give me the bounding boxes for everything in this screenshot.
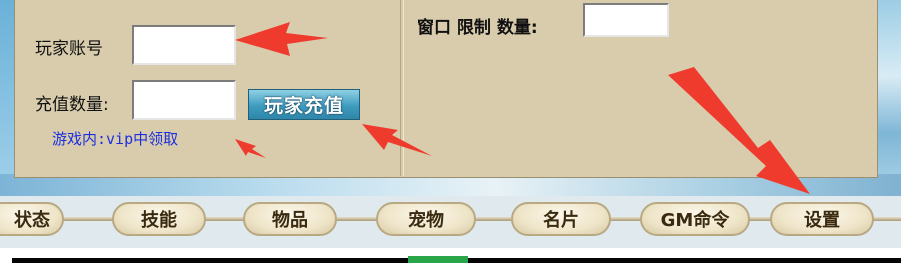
recharge-button[interactable]: 玩家充值: [248, 89, 360, 120]
background-scenery-right: [878, 0, 901, 190]
amount-input[interactable]: [132, 80, 236, 120]
window-limit-input[interactable]: [583, 3, 669, 37]
panel-divider-highlight: [403, 0, 404, 176]
bottom-green-indicator: [408, 256, 468, 263]
tab-card[interactable]: 名片: [511, 202, 611, 236]
account-label: 玩家账号: [35, 39, 103, 59]
tab-status[interactable]: 状态: [0, 202, 64, 236]
tab-pets[interactable]: 宠物: [376, 202, 476, 236]
tab-skills[interactable]: 技能: [112, 202, 206, 236]
background-scenery-left: [0, 0, 14, 190]
account-input[interactable]: [132, 25, 236, 65]
tab-items[interactable]: 物品: [243, 202, 337, 236]
window-limit-label: 窗口 限制 数量:: [417, 18, 538, 38]
hint-text: 游戏内:vip中领取: [52, 130, 179, 148]
recharge-panel: 玩家账号 充值数量: 玩家充值 游戏内:vip中领取 窗口 限制 数量:: [14, 0, 878, 178]
tab-settings[interactable]: 设置: [770, 202, 874, 236]
tab-gm-commands[interactable]: GM命令: [640, 202, 750, 236]
tab-bar: 状态 技能 物品 宠物 名片 GM命令 设置: [0, 188, 901, 248]
panel-divider: [400, 0, 401, 176]
amount-label: 充值数量:: [35, 95, 109, 115]
